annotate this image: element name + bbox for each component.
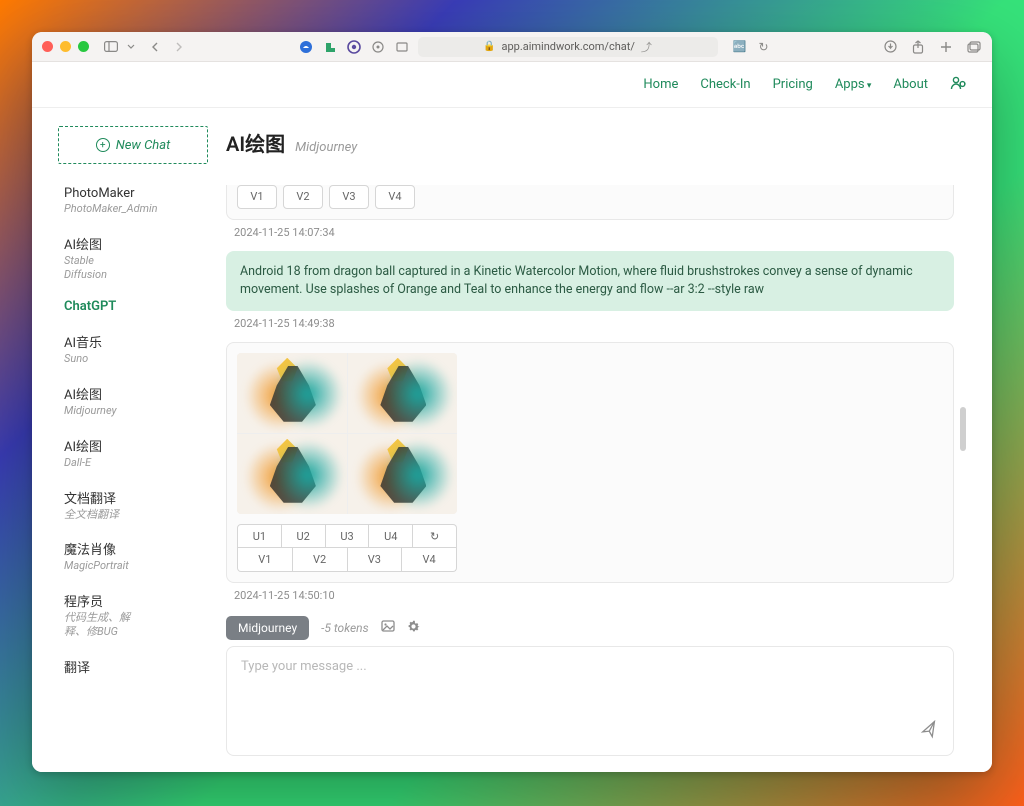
chevron-down-icon[interactable] (123, 39, 139, 55)
prev-v1-button[interactable]: V1 (237, 185, 277, 209)
browser-window: 🔒 app.aimindwork.com/chat/ ⤴ 🔤 ↻ Home (32, 32, 992, 772)
close-window-icon[interactable] (42, 41, 53, 52)
ext-icon-3[interactable] (346, 39, 362, 55)
app-root: Home Check-In Pricing Apps About + New C… (32, 62, 992, 772)
v2-button[interactable]: V2 (293, 548, 348, 572)
plus-icon: + (96, 138, 110, 152)
share-button-icon[interactable] (910, 39, 926, 55)
nav-checkin[interactable]: Check-In (700, 77, 750, 92)
timestamp-1: 2024-11-25 14:07:34 (234, 226, 954, 239)
scrollbar-thumb[interactable] (960, 407, 966, 451)
tabs-icon[interactable] (966, 39, 982, 55)
page-title: AI绘图 Midjourney (226, 126, 966, 167)
sidebar-item-magicportrait[interactable]: 魔法肖像 MagicPortrait (58, 531, 208, 583)
ext-icon-1[interactable] (298, 39, 314, 55)
reload-icon[interactable]: ↻ (756, 39, 772, 55)
sidebar-list[interactable]: PhotoMaker PhotoMaker_Admin AI绘图 Stable … (58, 178, 208, 772)
token-cost: -5 tokens (321, 621, 368, 635)
topnav: Home Check-In Pricing Apps About (32, 62, 992, 108)
sidebar-item-sd[interactable]: AI绘图 Stable Diffusion (58, 226, 208, 292)
u4-button[interactable]: U4 (369, 524, 413, 548)
lock-icon: 🔒 (483, 41, 495, 52)
address-bar[interactable]: 🔒 app.aimindwork.com/chat/ ⤴ (418, 37, 718, 57)
title-subtitle: Midjourney (295, 140, 357, 155)
ext-icon-2[interactable] (322, 39, 338, 55)
assistant-card: U1 U2 U3 U4 ↻ V1 V2 V3 (226, 342, 954, 583)
forward-icon[interactable] (171, 39, 187, 55)
model-pill[interactable]: Midjourney (226, 616, 309, 640)
user-settings-icon[interactable] (950, 75, 966, 95)
nav-home[interactable]: Home (643, 77, 678, 92)
browser-chrome: 🔒 app.aimindwork.com/chat/ ⤴ 🔤 ↻ (32, 32, 992, 62)
new-tab-icon[interactable] (938, 39, 954, 55)
u2-button[interactable]: U2 (282, 524, 326, 548)
image-2[interactable] (348, 353, 458, 433)
composer-meta: Midjourney -5 tokens (226, 616, 954, 640)
prev-v4-button[interactable]: V4 (375, 185, 415, 209)
sidebar-item-chatgpt[interactable]: ChatGPT (58, 291, 208, 324)
image-attach-icon[interactable] (381, 620, 395, 636)
maximize-window-icon[interactable] (78, 41, 89, 52)
image-3[interactable] (237, 434, 347, 514)
image-4[interactable] (348, 434, 458, 514)
u1-button[interactable]: U1 (237, 524, 282, 548)
sidebar-item-midjourney[interactable]: AI绘图 Midjourney (58, 376, 208, 428)
nav-about[interactable]: About (893, 77, 928, 92)
sidebar-item-suno[interactable]: AI音乐 Suno (58, 324, 208, 376)
timestamp-2: 2024-11-25 14:49:38 (234, 317, 954, 330)
image-grid[interactable] (237, 353, 457, 514)
regenerate-button[interactable]: ↻ (413, 524, 457, 548)
sidebar-item-photomaker[interactable]: PhotoMaker PhotoMaker_Admin (58, 178, 208, 226)
prev-assistant-card: V1 V2 V3 V4 (226, 185, 954, 220)
v3-button[interactable]: V3 (348, 548, 403, 572)
prev-v3-button[interactable]: V3 (329, 185, 369, 209)
nav-apps[interactable]: Apps (835, 77, 872, 92)
v1-button[interactable]: V1 (237, 548, 293, 572)
nav-pricing[interactable]: Pricing (773, 77, 813, 92)
v4-button[interactable]: V4 (402, 548, 457, 572)
minimize-window-icon[interactable] (60, 41, 71, 52)
sidebar-item-translate[interactable]: 翻译 (58, 649, 208, 686)
back-icon[interactable] (147, 39, 163, 55)
sidebar-item-coder[interactable]: 程序员 代码生成、解 释、修BUG (58, 583, 208, 649)
settings-icon[interactable] (407, 620, 420, 637)
traffic-lights (42, 41, 89, 52)
reader-icon[interactable]: 🔤 (732, 39, 748, 55)
image-1[interactable] (237, 353, 347, 433)
sidebar-item-dalle[interactable]: AI绘图 Dall-E (58, 428, 208, 480)
timestamp-3: 2024-11-25 14:50:10 (234, 589, 954, 602)
title-text: AI绘图 (226, 128, 285, 157)
new-chat-label: New Chat (116, 138, 171, 153)
u3-button[interactable]: U3 (326, 524, 370, 548)
sidebar-item-doctranslate[interactable]: 文档翻译 全文档翻译 (58, 480, 208, 532)
sidebar: + New Chat PhotoMaker PhotoMaker_Admin A… (58, 126, 208, 772)
download-icon[interactable] (882, 39, 898, 55)
ext-icon-5[interactable] (394, 39, 410, 55)
new-chat-button[interactable]: + New Chat (58, 126, 208, 164)
message-input[interactable] (227, 647, 953, 755)
ext-icon-4[interactable] (370, 39, 386, 55)
share-icon: ⤴ (641, 39, 652, 55)
url-text: app.aimindwork.com/chat/ (502, 40, 635, 53)
user-message: Android 18 from dragon ball captured in … (226, 251, 954, 311)
sidebar-toggle-icon[interactable] (103, 39, 119, 55)
chat-scroll[interactable]: V1 V2 V3 V4 2024-11-25 14:07:34 Android … (226, 167, 966, 772)
main-pane: AI绘图 Midjourney V1 V2 V3 V4 (226, 126, 966, 772)
prev-v2-button[interactable]: V2 (283, 185, 323, 209)
composer (226, 646, 954, 756)
